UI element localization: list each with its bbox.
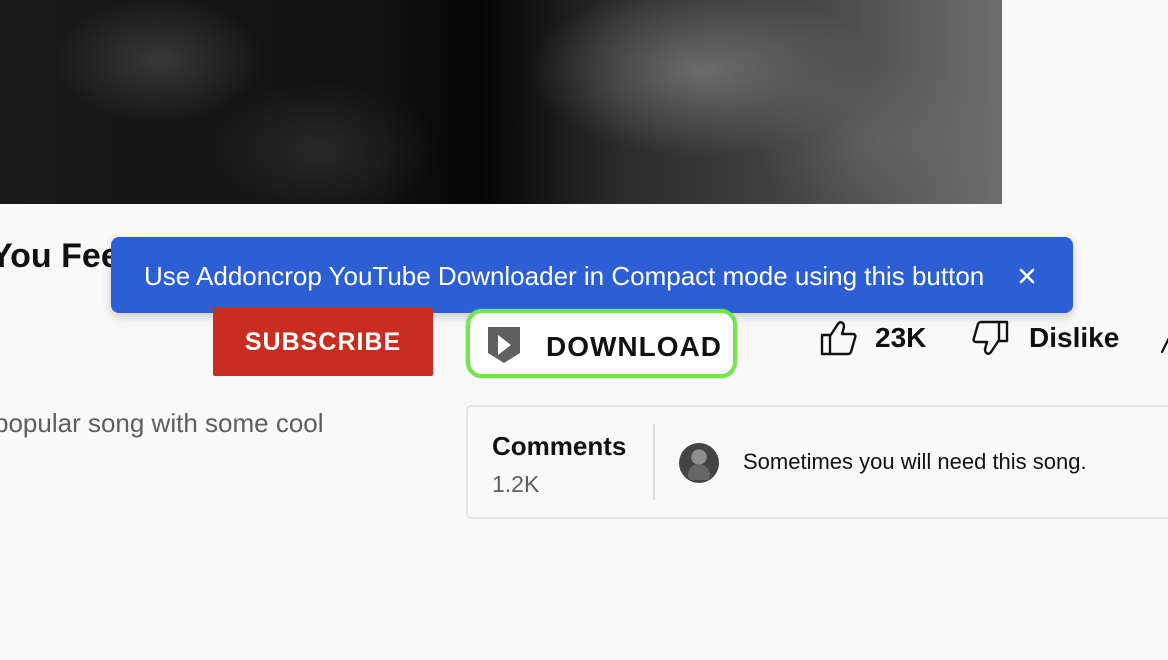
compact-mode-tooltip: Use Addoncrop YouTube Downloader in Comp… — [111, 237, 1073, 313]
play-shield-icon — [488, 327, 520, 363]
video-description: popular song with some cool — [0, 408, 324, 438]
thumbs-up-icon — [820, 321, 857, 356]
download-button[interactable]: DOWNLOAD — [466, 309, 737, 378]
like-button[interactable]: 23K — [819, 318, 926, 358]
comments-panel[interactable]: Comments 1.2K Sometimes you will need th… — [466, 405, 1168, 519]
subscribe-button[interactable]: SUBSCRIBE — [213, 308, 433, 376]
comments-divider — [653, 424, 655, 500]
dislike-button[interactable]: Dislike — [971, 318, 1119, 358]
video-title: You Fee — [0, 237, 120, 275]
avatar[interactable] — [679, 443, 719, 483]
comments-count: 1.2K — [492, 471, 540, 497]
share-icon[interactable] — [1160, 330, 1168, 354]
download-button-label: DOWNLOAD — [546, 331, 722, 362]
tooltip-close-button[interactable] — [1014, 263, 1040, 289]
video-player[interactable] — [0, 0, 1002, 204]
top-comment-text: Sometimes you will need this song. — [743, 449, 1087, 474]
close-icon — [1019, 268, 1035, 284]
like-count: 23K — [875, 322, 927, 353]
comments-title: Comments — [492, 431, 627, 461]
dislike-label: Dislike — [1029, 322, 1120, 353]
thumbs-down-icon — [972, 320, 1009, 355]
tooltip-message: Use Addoncrop YouTube Downloader in Comp… — [144, 261, 985, 291]
